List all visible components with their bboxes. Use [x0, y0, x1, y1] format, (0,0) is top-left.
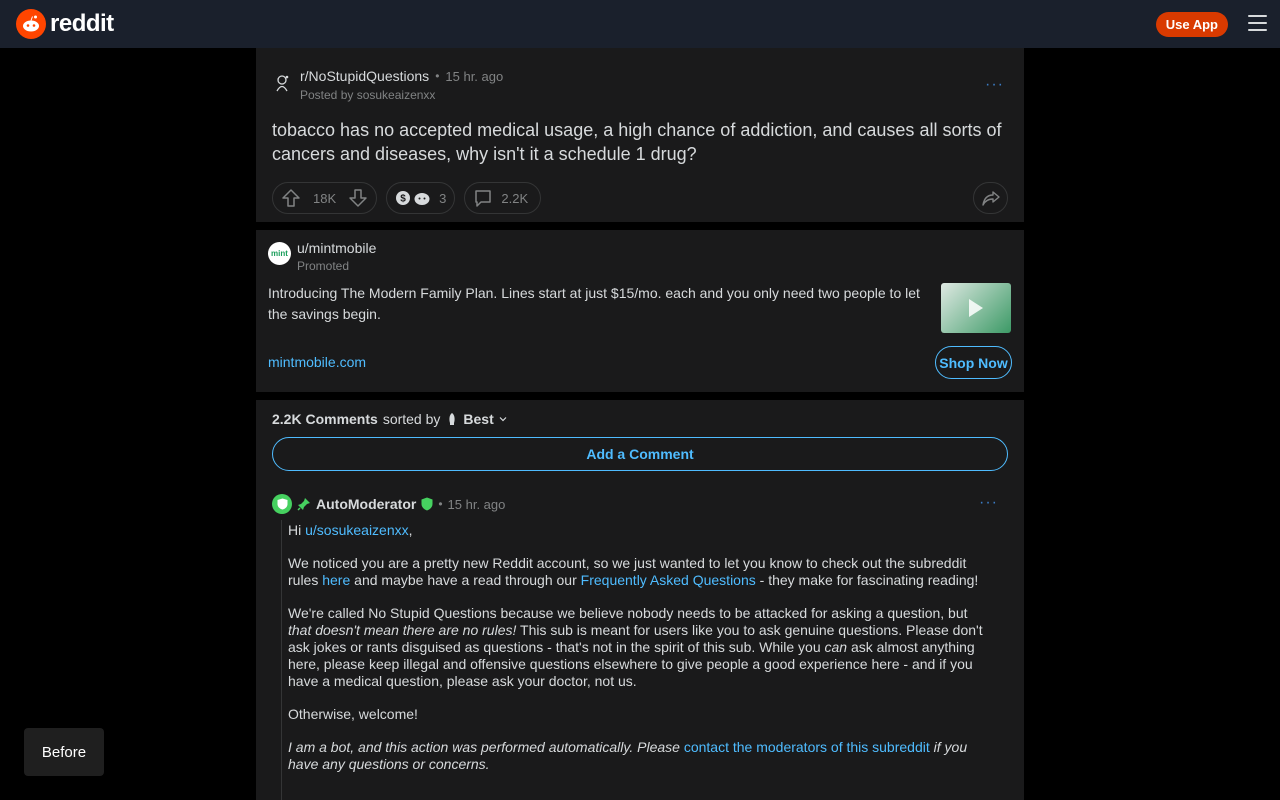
- comments-header: 2.2K Comments sorted by Best: [272, 411, 508, 427]
- downvote-icon[interactable]: [348, 188, 368, 208]
- comment-greeting: Hi u/sosukeaizenxx,: [288, 522, 413, 538]
- advertiser-avatar[interactable]: mint: [268, 242, 291, 265]
- vote-score: 18K: [313, 190, 337, 206]
- comment-paragraph: We noticed you are a pretty new Reddit a…: [288, 555, 979, 588]
- reddit-logo[interactable]: reddit: [16, 9, 114, 39]
- rules-link[interactable]: here: [322, 572, 350, 588]
- awards-count: 3: [439, 190, 447, 206]
- reddit-wordmark: reddit: [50, 10, 114, 37]
- comment-separator: •: [438, 497, 443, 511]
- play-icon: [969, 299, 983, 317]
- post-more-options-icon[interactable]: ···: [985, 76, 1004, 94]
- posted-by[interactable]: Posted by sosukeaizenxx: [300, 88, 503, 102]
- shop-now-button[interactable]: Shop Now: [935, 346, 1012, 379]
- promoted-post-card: mint u/mintmobile Promoted Introducing T…: [256, 230, 1024, 392]
- reddit-snoo-icon: [16, 9, 46, 39]
- comment-author[interactable]: AutoModerator: [316, 496, 416, 512]
- comments-total: 2.2K Comments: [272, 411, 378, 427]
- before-button[interactable]: Before: [24, 728, 104, 776]
- award-coin-icon: $: [395, 190, 431, 206]
- use-app-button[interactable]: Use App: [1155, 12, 1228, 37]
- ad-text[interactable]: Introducing The Modern Family Plan. Line…: [268, 283, 928, 325]
- user-mention-link[interactable]: u/sosukeaizenxx: [305, 522, 409, 538]
- post-card: r/NoStupidQuestions • 15 hr. ago Posted …: [256, 48, 1024, 222]
- post-meta: r/NoStupidQuestions • 15 hr. ago Posted …: [272, 68, 503, 102]
- post-actions: 18K $ 3 2.2K: [272, 182, 542, 214]
- thread-line[interactable]: [281, 520, 282, 800]
- comment-body: Hi u/sosukeaizenxx, We noticed you are a…: [288, 522, 988, 789]
- pin-icon: [297, 498, 310, 511]
- vote-pill: 18K: [272, 182, 378, 214]
- meta-separator: •: [435, 69, 440, 83]
- comment-more-options-icon[interactable]: ···: [979, 494, 998, 512]
- advertiser-name[interactable]: u/mintmobile: [297, 240, 376, 256]
- ad-link[interactable]: mintmobile.com: [268, 354, 366, 370]
- ad-header: mint u/mintmobile Promoted: [268, 240, 376, 273]
- share-button[interactable]: [973, 182, 1008, 214]
- post-time: 15 hr. ago: [445, 68, 504, 84]
- hamburger-menu-icon[interactable]: [1248, 15, 1267, 31]
- shield-icon: [277, 498, 287, 510]
- svg-text:$: $: [400, 194, 406, 205]
- chevron-down-icon: [499, 417, 507, 422]
- share-arrow-icon: [981, 191, 1000, 206]
- sorted-by-label: sorted by: [382, 411, 441, 427]
- comment-bubble-icon: [475, 190, 492, 207]
- upvote-icon[interactable]: [281, 188, 301, 208]
- contact-moderators-link[interactable]: contact the moderators of this subreddit: [684, 739, 930, 755]
- comments-pill[interactable]: 2.2K: [464, 182, 542, 214]
- comment-header: AutoModerator • 15 hr. ago: [272, 494, 1008, 514]
- subreddit-name[interactable]: r/NoStupidQuestions: [300, 68, 429, 84]
- moderator-shield-icon: [421, 497, 433, 511]
- comments-count: 2.2K: [501, 190, 529, 206]
- awards-pill[interactable]: $ 3: [386, 182, 456, 214]
- comments-section: 2.2K Comments sorted by Best Add a Comme…: [256, 400, 1024, 800]
- subreddit-avatar-icon[interactable]: [272, 73, 292, 93]
- promoted-label: Promoted: [297, 259, 350, 273]
- rocket-icon: [449, 413, 456, 425]
- sort-value: Best: [463, 411, 494, 427]
- post-title: tobacco has no accepted medical usage, a…: [272, 120, 1002, 164]
- top-bar: reddit Use App: [0, 0, 1280, 48]
- moderator-avatar[interactable]: [272, 494, 292, 514]
- comment-paragraph: We're called No Stupid Questions because…: [288, 605, 983, 689]
- comment-paragraph: Otherwise, welcome!: [288, 706, 418, 722]
- comment-time: 15 hr. ago: [447, 496, 506, 512]
- add-comment-button[interactable]: Add a Comment: [272, 437, 1008, 471]
- faq-link[interactable]: Frequently Asked Questions: [581, 572, 756, 588]
- ad-video-thumbnail[interactable]: [941, 283, 1011, 333]
- sort-dropdown[interactable]: Best: [445, 411, 507, 427]
- comment-paragraph: I am a bot, and this action was performe…: [288, 739, 968, 772]
- comment: AutoModerator • 15 hr. ago ··· Hi u/sosu…: [272, 494, 1008, 800]
